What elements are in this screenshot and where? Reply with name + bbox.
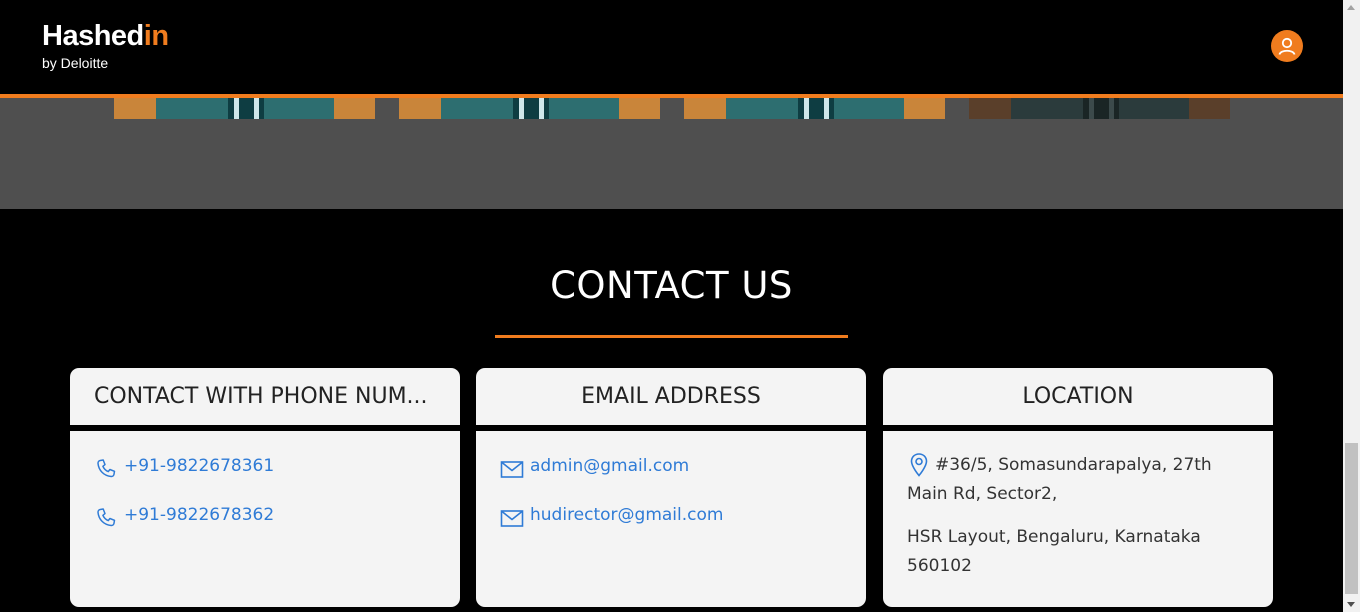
team-member-image: [969, 98, 1230, 119]
top-header: Hashedin by Deloitte: [0, 0, 1343, 95]
phone-card: CONTACT WITH PHONE NUM... +91-9822678361…: [70, 368, 460, 607]
team-member-image: [399, 98, 660, 119]
address-line-1: #36/5, Somasundarapalya, 27th Main Rd, S…: [907, 451, 1249, 509]
mail-icon: [500, 461, 524, 478]
location-card: LOCATION #36/5, Somasundarapalya, 27th M…: [883, 368, 1273, 607]
phone-card-heading: CONTACT WITH PHONE NUM...: [94, 384, 428, 409]
email-row: hudirector@gmail.com: [500, 504, 842, 530]
logo-tagline: by Deloitte: [42, 55, 109, 71]
address-line-2: HSR Layout, Bengaluru, Karnataka 560102: [907, 527, 1201, 576]
location-pin-icon: [910, 453, 928, 477]
mail-icon: [500, 510, 524, 527]
email-row: admin@gmail.com: [500, 455, 842, 481]
email-card: EMAIL ADDRESS admin@gmail.com hudirector…: [476, 368, 866, 607]
user-avatar-button[interactable]: [1271, 30, 1303, 62]
phone-row: +91-9822678362: [94, 504, 436, 530]
scrollbar-thumb[interactable]: [1345, 443, 1358, 594]
phone-link[interactable]: +91-9822678362: [124, 504, 274, 526]
email-link[interactable]: hudirector@gmail.com: [530, 504, 723, 526]
brand-logo[interactable]: Hashedin by Deloitte: [42, 20, 169, 72]
title-underline: [495, 335, 848, 338]
email-link[interactable]: admin@gmail.com: [530, 455, 689, 477]
scroll-up-arrow-icon[interactable]: [1347, 5, 1355, 10]
contact-section-title: CONTACT US: [550, 264, 793, 307]
team-images-band: [0, 98, 1343, 209]
phone-link[interactable]: +91-9822678361: [124, 455, 274, 477]
team-member-image: [684, 98, 945, 119]
header-accent-bar: [0, 94, 1343, 98]
phone-icon: [97, 459, 116, 478]
page: Hashedin by Deloitte CONTACT US CONTACT …: [0, 0, 1343, 612]
user-icon: [1278, 37, 1296, 55]
phone-icon: [97, 508, 116, 527]
phone-row: +91-9822678361: [94, 455, 436, 481]
email-card-heading: EMAIL ADDRESS: [581, 384, 761, 409]
team-member-image: [114, 98, 375, 119]
location-card-heading: LOCATION: [1022, 384, 1134, 409]
vertical-scrollbar[interactable]: [1343, 0, 1360, 612]
scroll-down-arrow-icon[interactable]: [1347, 602, 1355, 607]
logo-wordmark: Hashedin: [42, 20, 169, 52]
